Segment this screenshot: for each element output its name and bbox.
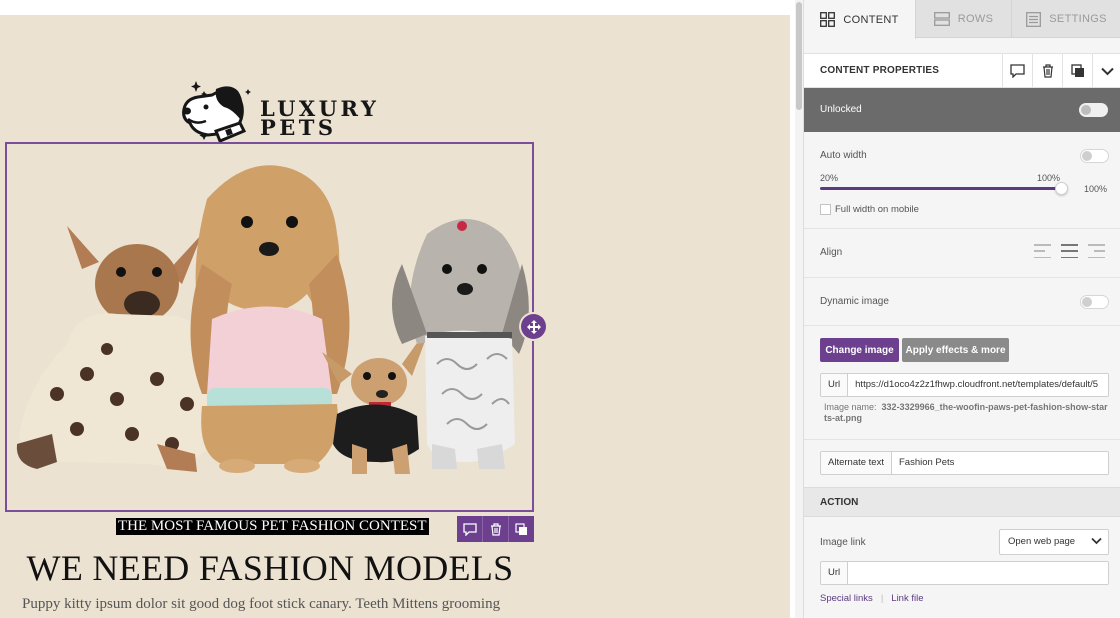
properties-duplicate-button[interactable] <box>1062 54 1092 88</box>
alternate-text-field[interactable]: Alternate text Fashion Pets <box>820 451 1109 475</box>
divider <box>804 277 1120 278</box>
action-section-header: ACTION <box>804 487 1120 517</box>
rows-icon <box>933 12 950 26</box>
chevron-down-icon <box>1091 537 1102 545</box>
canvas-scrollbar[interactable] <box>795 0 803 618</box>
alternate-text-value[interactable]: Fashion Pets <box>891 452 1108 474</box>
image-name-label: Image name: <box>824 402 877 412</box>
dynamic-image-toggle-knob <box>1082 297 1092 307</box>
settings-list-icon <box>1026 11 1042 27</box>
apply-effects-button[interactable]: Apply effects & more <box>902 338 1009 362</box>
auto-width-label: Auto width <box>820 150 867 161</box>
image-link-select[interactable]: Open web page <box>999 529 1109 555</box>
dog-logo-icon <box>182 81 251 143</box>
dogs-photo <box>16 165 529 474</box>
lock-label: Unlocked <box>820 104 862 115</box>
align-right-icon[interactable] <box>1088 244 1105 258</box>
content-properties-title: CONTENT PROPERTIES <box>820 65 940 76</box>
body-paragraph: Puppy kitty ipsum dolor sit good dog foo… <box>22 596 501 612</box>
trash-icon <box>1042 64 1053 78</box>
lock-toggle-knob <box>1081 105 1091 115</box>
tab-rows-label: ROWS <box>957 13 994 25</box>
width-slider-track[interactable] <box>820 187 1063 190</box>
move-arrows-icon <box>526 319 541 334</box>
tab-content-label: CONTENT <box>843 13 899 26</box>
dynamic-image-label: Dynamic image <box>820 296 889 307</box>
full-width-mobile-checkbox[interactable] <box>820 204 831 215</box>
auto-width-toggle-knob <box>1082 151 1092 161</box>
selected-image-block[interactable] <box>5 142 534 512</box>
block-delete-button[interactable] <box>483 516 509 542</box>
image-url-label: Url <box>821 374 849 396</box>
block-duplicate-button[interactable] <box>509 516 534 542</box>
block-comment-button[interactable] <box>457 516 483 542</box>
chevron-down-icon <box>1101 67 1114 75</box>
divider <box>804 439 1120 440</box>
slider-min-label: 20% <box>820 173 839 183</box>
special-links-link[interactable]: Special links <box>820 593 873 604</box>
slider-max-label: 100% <box>1037 173 1061 183</box>
align-label: Align <box>820 247 843 258</box>
canvas-scrollbar-thumb[interactable] <box>796 2 802 110</box>
email-canvas: LUXURY PETS THE MOST FAMOUS PET FASHION … <box>0 0 803 618</box>
alternate-text-label: Alternate text <box>821 452 892 474</box>
link-url-value[interactable] <box>848 562 1108 584</box>
align-options <box>1034 244 1105 258</box>
link-url-field[interactable]: Url <box>820 561 1109 585</box>
lock-toggle[interactable] <box>1079 103 1108 117</box>
properties-comment-button[interactable] <box>1002 54 1032 88</box>
tab-content[interactable]: CONTENT <box>804 0 916 39</box>
change-image-button[interactable]: Change image <box>820 338 899 362</box>
brand-logo: LUXURY PETS <box>178 79 376 147</box>
image-name: Image name: 332-3329966_the-woofin-paws-… <box>824 402 1110 424</box>
headline: WE NEED FASHION MODELS <box>26 548 514 588</box>
link-file-link[interactable]: Link file <box>891 593 923 604</box>
image-url-field[interactable]: Url https://d1oco4z2z1fhwp.cloudfront.ne… <box>820 373 1109 397</box>
dynamic-image-toggle[interactable] <box>1080 295 1109 309</box>
comment-icon <box>1010 64 1025 78</box>
image-link-selected: Open web page <box>1008 536 1076 547</box>
align-left-icon[interactable] <box>1034 244 1051 258</box>
dog-chihuahua-polka <box>16 226 217 472</box>
trash-icon <box>490 522 501 536</box>
align-center-icon[interactable] <box>1061 244 1078 258</box>
sidebar-tabs: CONTENT ROWS SETTINGS <box>804 0 1120 39</box>
tab-settings[interactable]: SETTINGS <box>1012 0 1120 38</box>
properties-sidebar: CONTENT ROWS SETTINGS CONTENT PROPERTIES <box>803 0 1120 618</box>
properties-collapse-button[interactable] <box>1092 54 1120 88</box>
contest-title: THE MOST FAMOUS PET FASHION CONTEST <box>116 518 429 535</box>
email-body: LUXURY PETS THE MOST FAMOUS PET FASHION … <box>0 15 790 618</box>
link-url-label: Url <box>821 562 849 584</box>
tab-rows[interactable]: ROWS <box>916 0 1012 38</box>
image-link-label: Image link <box>820 537 866 548</box>
divider <box>804 228 1120 229</box>
image-url-value[interactable]: https://d1oco4z2z1fhwp.cloudfront.net/te… <box>848 374 1108 396</box>
tab-settings-label: SETTINGS <box>1049 13 1107 25</box>
duplicate-icon <box>1070 64 1084 77</box>
divider <box>804 325 1120 326</box>
action-section-title: ACTION <box>820 497 859 508</box>
width-slider-thumb[interactable] <box>1055 182 1068 195</box>
block-toolbar <box>457 516 534 542</box>
auto-width-toggle[interactable] <box>1080 149 1109 163</box>
move-handle[interactable] <box>521 314 546 339</box>
comment-icon <box>462 522 477 536</box>
dog-cocker-spaniel <box>190 165 350 473</box>
properties-delete-button[interactable] <box>1032 54 1062 88</box>
content-properties-header: CONTENT PROPERTIES <box>804 53 1120 88</box>
full-width-mobile-label: Full width on mobile <box>835 204 919 215</box>
link-separator: | <box>880 593 884 604</box>
link-options: Special links | Link file <box>820 593 924 604</box>
properties-actions <box>1002 54 1120 88</box>
slider-value-label: 100% <box>1084 184 1108 194</box>
lock-row: Unlocked <box>804 88 1120 132</box>
grid-icon <box>820 12 836 27</box>
duplicate-icon <box>515 522 527 535</box>
